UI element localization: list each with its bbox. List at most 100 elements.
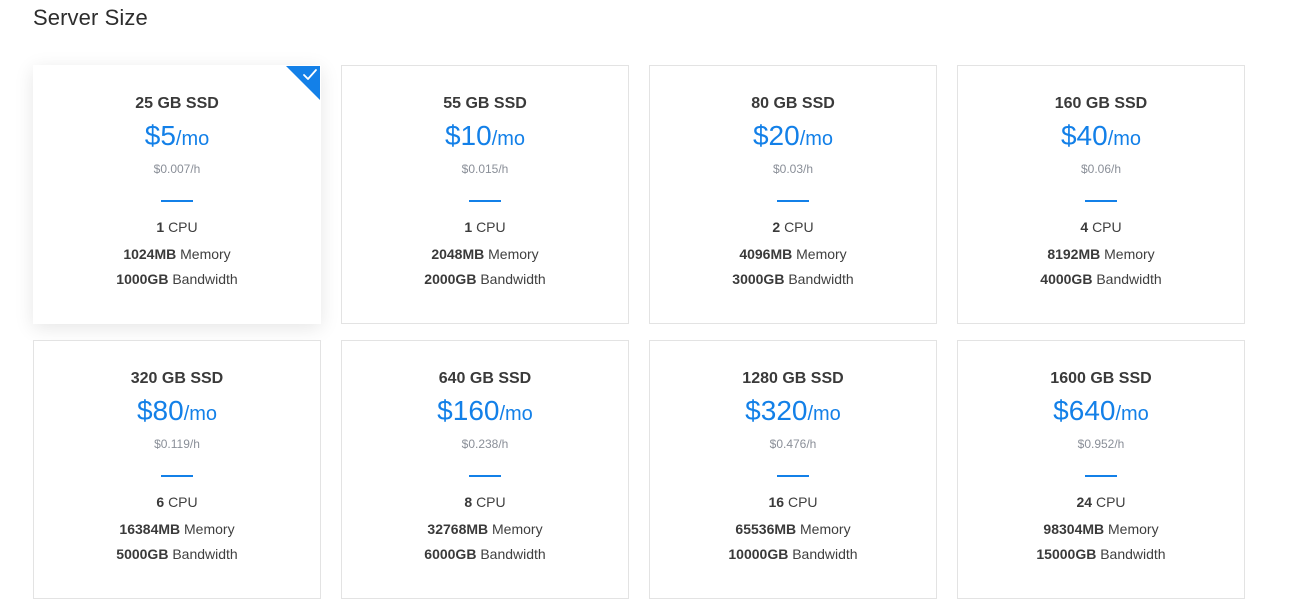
plan-price-period: /mo (1115, 403, 1149, 425)
plan-hourly-price: $0.03/h (772, 162, 814, 176)
plan-cpu: 8 CPU (342, 493, 628, 511)
plan-cpu-unit: CPU (168, 219, 198, 235)
plan-bandwidth-unit: Bandwidth (1096, 271, 1162, 287)
plan-memory-unit: Memory (492, 521, 543, 537)
plan-memory-unit: Memory (180, 246, 231, 262)
plan-price-amount: $160 (437, 395, 500, 426)
plan-memory: 2048MB Memory (342, 245, 628, 263)
plan-price: $80/mo (34, 395, 320, 432)
plan-card-7[interactable]: 1600 GB SSD $640/mo $0.952/h 24 CPU 9830… (957, 340, 1245, 599)
plan-price-period: /mo (807, 403, 841, 425)
plan-cpu-unit: CPU (1092, 219, 1122, 235)
plan-card-0[interactable]: 25 GB SSD $5/mo $0.007/h 1 CPU 1024MB Me… (33, 65, 321, 324)
plan-hourly-price: $0.007/h (153, 162, 201, 176)
plan-memory-unit: Memory (796, 246, 847, 262)
plan-memory: 1024MB Memory (34, 245, 320, 263)
plan-memory-value: 65536MB (735, 521, 797, 537)
plan-cpu: 2 CPU (650, 218, 936, 236)
plan-hourly-price: $0.952/h (1077, 437, 1125, 451)
plan-price-period: /mo (491, 128, 526, 150)
plan-disk: 320 GB SSD (130, 370, 224, 387)
plan-bandwidth-unit: Bandwidth (788, 271, 854, 287)
plan-cpu: 24 CPU (958, 493, 1244, 511)
plan-bandwidth-value: 6000GB (424, 546, 477, 562)
plan-price: $320/mo (650, 395, 936, 432)
plan-disk: 25 GB SSD (135, 95, 219, 112)
plan-bandwidth: 2000GB Bandwidth (342, 270, 628, 288)
plan-disk: 1600 GB SSD (1050, 370, 1152, 387)
plan-card-4[interactable]: 320 GB SSD $80/mo $0.119/h 6 CPU 16384MB… (33, 340, 321, 599)
plan-price-period: /mo (183, 403, 218, 425)
plan-bandwidth-unit: Bandwidth (172, 546, 238, 562)
plan-price: $40/mo (958, 120, 1244, 157)
plan-bandwidth-unit: Bandwidth (480, 546, 546, 562)
plan-cpu-unit: CPU (1095, 494, 1126, 510)
plan-card-2[interactable]: 80 GB SSD $20/mo $0.03/h 2 CPU 4096MB Me… (649, 65, 937, 324)
plan-cpu-value: 16 (768, 494, 785, 510)
plan-memory-value: 16384MB (119, 521, 181, 537)
plan-memory-value: 8192MB (1047, 246, 1101, 262)
plan-bandwidth: 1000GB Bandwidth (34, 270, 320, 288)
plan-divider (1085, 475, 1117, 477)
plan-price-amount: $320 (745, 395, 808, 426)
plan-memory: 32768MB Memory (342, 520, 628, 538)
plan-card-6[interactable]: 1280 GB SSD $320/mo $0.476/h 16 CPU 6553… (649, 340, 937, 599)
plan-memory: 4096MB Memory (650, 245, 936, 263)
plan-disk: 160 GB SSD (1054, 95, 1148, 112)
plan-cpu-unit: CPU (476, 494, 506, 510)
plan-bandwidth-unit: Bandwidth (1100, 546, 1166, 562)
section-title: Server Size (33, 5, 148, 30)
plan-divider (777, 200, 809, 202)
plan-price-amount: $40 (1060, 120, 1108, 151)
plan-bandwidth: 6000GB Bandwidth (342, 545, 628, 563)
plan-grid: 25 GB SSD $5/mo $0.007/h 1 CPU 1024MB Me… (33, 65, 1246, 599)
plan-hourly-price: $0.06/h (1080, 162, 1122, 176)
plan-price-amount: $80 (136, 395, 184, 426)
plan-disk: 640 GB SSD (438, 370, 532, 387)
plan-hourly-price: $0.238/h (461, 437, 509, 451)
plan-price: $20/mo (650, 120, 936, 157)
plan-memory-value: 2048MB (431, 246, 485, 262)
plan-cpu-unit: CPU (168, 494, 198, 510)
plan-memory-unit: Memory (1108, 521, 1159, 537)
plan-cpu-value: 4 (1080, 219, 1089, 235)
plan-bandwidth: 5000GB Bandwidth (34, 545, 320, 563)
plan-hourly-price: $0.015/h (461, 162, 509, 176)
plan-price: $10/mo (342, 120, 628, 157)
plan-bandwidth-value: 10000GB (728, 546, 789, 562)
plan-cpu-unit: CPU (784, 219, 814, 235)
plan-card-5[interactable]: 640 GB SSD $160/mo $0.238/h 8 CPU 32768M… (341, 340, 629, 599)
plan-bandwidth-value: 2000GB (424, 271, 477, 287)
plan-price-period: /mo (499, 403, 533, 425)
plan-bandwidth-value: 1000GB (116, 271, 169, 287)
plan-bandwidth-value: 15000GB (1036, 546, 1097, 562)
plan-cpu: 6 CPU (34, 493, 320, 511)
plan-bandwidth-unit: Bandwidth (172, 271, 238, 287)
check-icon (303, 69, 317, 80)
plan-cpu-unit: CPU (787, 494, 818, 510)
plan-card-3[interactable]: 160 GB SSD $40/mo $0.06/h 4 CPU 8192MB M… (957, 65, 1245, 324)
plan-divider (161, 200, 193, 202)
plan-bandwidth-unit: Bandwidth (480, 271, 546, 287)
plan-cpu-unit: CPU (476, 219, 506, 235)
plan-disk: 80 GB SSD (751, 95, 835, 112)
plan-cpu: 1 CPU (34, 218, 320, 236)
plan-bandwidth: 3000GB Bandwidth (650, 270, 936, 288)
plan-cpu: 16 CPU (650, 493, 936, 511)
plan-bandwidth: 10000GB Bandwidth (650, 545, 936, 563)
plan-memory-value: 98304MB (1043, 521, 1105, 537)
plan-cpu-value: 24 (1076, 494, 1093, 510)
plan-divider (469, 200, 501, 202)
plan-disk: 55 GB SSD (443, 95, 527, 112)
plan-price-amount: $640 (1053, 395, 1116, 426)
plan-cpu-value: 6 (156, 494, 165, 510)
plan-divider (469, 475, 501, 477)
plan-hourly-price: $0.119/h (154, 437, 200, 451)
plan-memory: 65536MB Memory (650, 520, 936, 538)
plan-memory-value: 1024MB (123, 246, 177, 262)
plan-memory: 16384MB Memory (34, 520, 320, 538)
plan-disk: 1280 GB SSD (742, 370, 844, 387)
plan-cpu-value: 1 (464, 219, 473, 235)
plan-card-1[interactable]: 55 GB SSD $10/mo $0.015/h 1 CPU 2048MB M… (341, 65, 629, 324)
plan-memory-value: 4096MB (739, 246, 793, 262)
